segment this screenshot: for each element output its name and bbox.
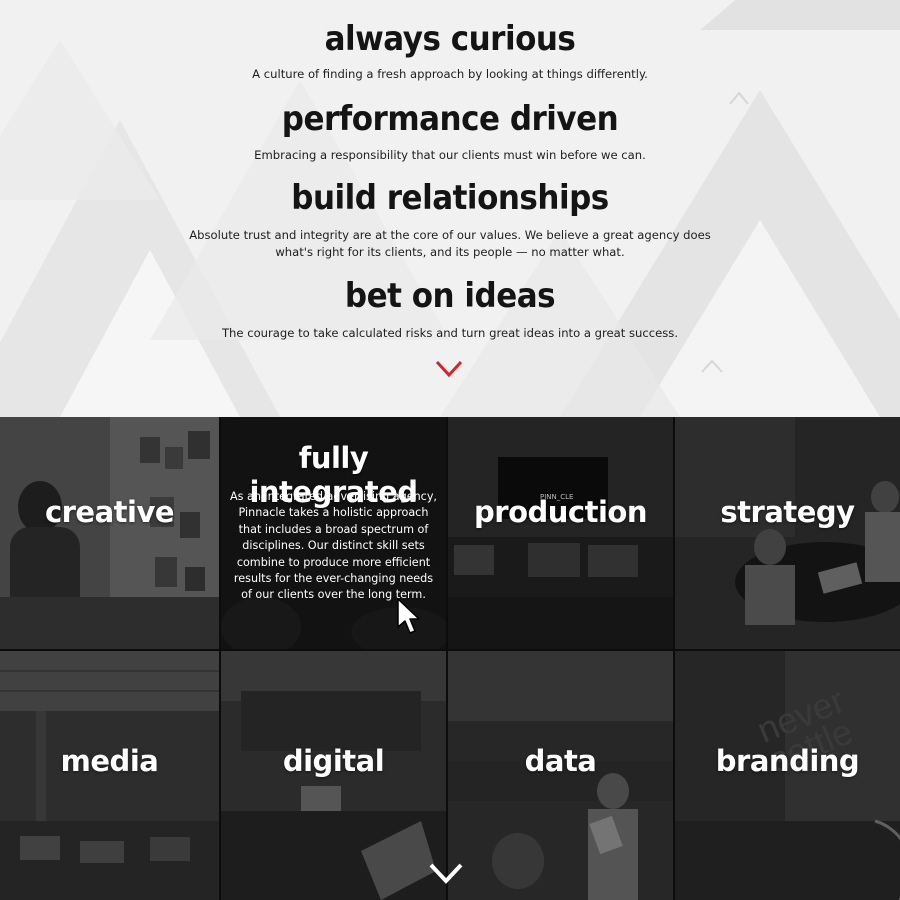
service-tile-production[interactable]: PINN_CLE production — [448, 417, 673, 649]
values-section: always curious A culture of finding a fr… — [0, 0, 900, 417]
service-tile-creative[interactable]: creative — [0, 417, 219, 649]
services-grid: creative fully integrated As an integrat… — [0, 417, 900, 900]
value-description: A culture of finding a fresh approach by… — [252, 67, 648, 81]
service-description: As an integrated advertising agency, Pin… — [230, 490, 437, 602]
service-tile-strategy[interactable]: strategy — [675, 417, 900, 649]
chevron-down-icon[interactable] — [435, 360, 463, 378]
tile-overlay — [448, 417, 673, 649]
tile-overlay — [0, 417, 219, 649]
service-label: branding — [715, 744, 860, 778]
value-build-relationships: build relationships Absolute trust and i… — [0, 179, 900, 261]
service-tile-data[interactable]: data — [448, 651, 673, 900]
value-title: always curious — [324, 19, 576, 59]
value-title: performance driven — [281, 99, 619, 139]
tile-overlay — [675, 417, 900, 649]
value-description: Embracing a responsibility that our clie… — [254, 148, 646, 162]
service-label: data — [524, 744, 597, 778]
service-label: media — [60, 744, 159, 778]
service-label: digital — [282, 744, 385, 778]
value-performance-driven: performance driven Embracing a responsib… — [0, 100, 900, 164]
service-tile-branding[interactable]: never settle branding — [675, 651, 900, 900]
chevron-down-icon[interactable] — [428, 862, 464, 886]
value-bet-on-ideas: bet on ideas The courage to take calcula… — [0, 277, 900, 342]
value-always-curious: always curious A culture of finding a fr… — [0, 20, 900, 83]
service-tile-digital[interactable]: digital — [221, 651, 446, 900]
service-label: creative — [44, 495, 175, 529]
service-label: production — [474, 495, 647, 529]
service-label: strategy — [720, 495, 855, 529]
pointer-cursor-icon — [397, 598, 420, 634]
value-title: build relationships — [291, 178, 609, 218]
value-description: Absolute trust and integrity are at the … — [189, 228, 711, 259]
value-title: bet on ideas — [344, 276, 556, 316]
service-tile-media[interactable]: media — [0, 651, 219, 900]
value-description: The courage to take calculated risks and… — [221, 326, 679, 340]
